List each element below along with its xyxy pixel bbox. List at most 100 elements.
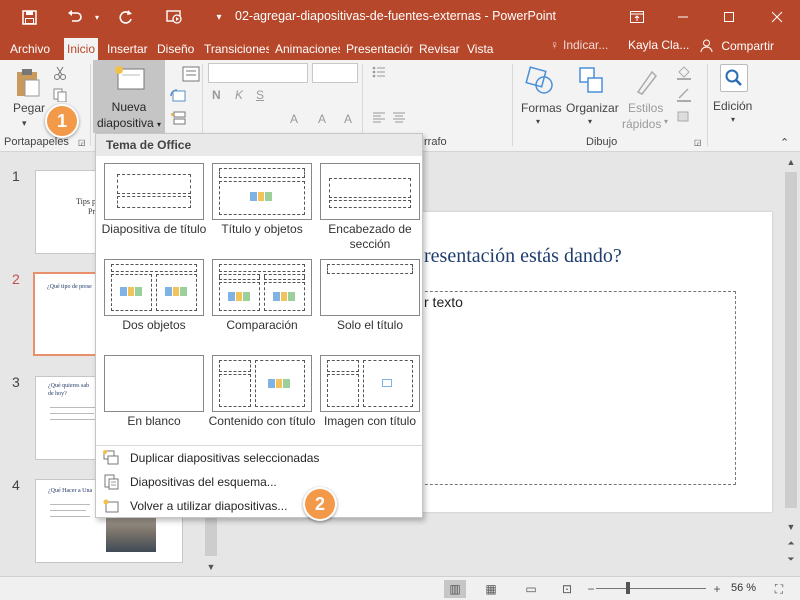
reuse-slides-icon bbox=[103, 498, 119, 514]
underline-icon[interactable]: S bbox=[256, 88, 264, 102]
close-icon[interactable] bbox=[754, 0, 800, 34]
duplicate-slides-item[interactable]: Duplicar diapositivas seleccionadas bbox=[96, 446, 422, 470]
reset-icon[interactable] bbox=[170, 88, 186, 104]
layout-blank[interactable]: En blanco bbox=[98, 351, 206, 445]
font-name-combo[interactable] bbox=[208, 63, 308, 83]
reuse-slides-item[interactable]: Volver a utilizar diapositivas... bbox=[96, 494, 422, 518]
picture-icon bbox=[382, 379, 392, 387]
editing-label[interactable]: Edición bbox=[713, 99, 752, 113]
layout-title-only[interactable]: Solo el título bbox=[314, 255, 422, 349]
scroll-down-icon[interactable]: ▼ bbox=[204, 560, 218, 574]
paste-label[interactable]: Pegar bbox=[13, 101, 45, 115]
share-label: Compartir bbox=[721, 39, 775, 53]
slide-sorter-icon[interactable]: ▦ bbox=[480, 580, 502, 598]
status-bar: ▥ ▦ ▭ ⊡ − + 56 % ⛶ bbox=[0, 576, 800, 600]
collapse-ribbon-icon[interactable]: ⌃ bbox=[780, 136, 789, 149]
zoom-slider[interactable] bbox=[596, 588, 706, 589]
ribbon-display-icon[interactable] bbox=[614, 0, 660, 34]
align-left-icon[interactable] bbox=[372, 112, 386, 124]
next-slide-icon[interactable]: ⏷ bbox=[784, 552, 798, 566]
shape-effects-icon[interactable] bbox=[676, 110, 692, 124]
layout-title-slide[interactable]: Diapositiva de título bbox=[98, 159, 206, 253]
present-icon[interactable] bbox=[163, 7, 185, 27]
tab-diseno[interactable]: Diseño bbox=[154, 38, 197, 60]
zoom-in-icon[interactable]: + bbox=[706, 580, 728, 598]
tab-revisar[interactable]: Revisar bbox=[416, 38, 463, 60]
tab-vista[interactable]: Vista bbox=[464, 38, 496, 60]
undo-dropdown-icon[interactable]: ▾ bbox=[86, 7, 108, 27]
paste-icon[interactable] bbox=[15, 68, 41, 98]
bold-icon[interactable]: N bbox=[212, 88, 221, 102]
placeholder bbox=[117, 196, 191, 208]
placeholder bbox=[219, 360, 251, 372]
tab-presentacion[interactable]: Presentación bbox=[343, 38, 413, 60]
scroll-down-icon[interactable]: ▼ bbox=[784, 520, 798, 534]
shapes-dropdown-icon[interactable]: ▾ bbox=[536, 117, 540, 126]
layout-title-content[interactable]: Título y objetos bbox=[206, 159, 314, 253]
drawing-launcher-icon[interactable]: ◲ bbox=[694, 138, 702, 147]
layout-section-header[interactable]: Encabezado de sección bbox=[314, 159, 422, 253]
outline-slides-item[interactable]: Diapositivas del esquema... bbox=[96, 470, 422, 494]
undo-icon[interactable] bbox=[64, 7, 86, 27]
redo-icon[interactable] bbox=[114, 7, 136, 27]
shape-outline-icon[interactable] bbox=[676, 88, 692, 102]
fit-slide-icon[interactable]: ⛶ bbox=[768, 580, 790, 598]
quick-styles-icon[interactable] bbox=[632, 66, 660, 96]
tell-me-box[interactable]: ♀ Indicar... bbox=[550, 38, 608, 52]
font-shrink-icon[interactable]: A bbox=[318, 112, 326, 126]
cut-icon[interactable] bbox=[53, 66, 67, 80]
editing-dropdown-icon[interactable]: ▾ bbox=[731, 115, 735, 124]
customize-icon[interactable]: ▾ bbox=[208, 7, 230, 27]
clipboard-launcher-icon[interactable]: ◲ bbox=[78, 138, 86, 147]
bullets-icon[interactable] bbox=[372, 66, 386, 78]
new-slide-button[interactable]: Nueva diapositiva ▾ bbox=[93, 60, 165, 133]
tab-transiciones[interactable]: Transiciones bbox=[201, 38, 269, 60]
shape-fill-icon[interactable] bbox=[676, 66, 692, 80]
tab-animaciones[interactable]: Animaciones bbox=[272, 38, 340, 60]
tab-insertar[interactable]: Insertar bbox=[104, 38, 151, 60]
arrange-label[interactable]: Organizar bbox=[566, 101, 619, 115]
zoom-level[interactable]: 56 % bbox=[731, 582, 756, 594]
slideshow-icon[interactable]: ⊡ bbox=[556, 580, 578, 598]
font-grow-icon[interactable]: A bbox=[290, 112, 298, 126]
layout-two-content[interactable]: Dos objetos bbox=[98, 255, 206, 349]
paste-dropdown-icon[interactable]: ▾ bbox=[22, 118, 27, 129]
normal-view-icon[interactable]: ▥ bbox=[444, 580, 466, 598]
quick-styles-dropdown-icon[interactable]: ▾ bbox=[664, 117, 668, 126]
reading-view-icon[interactable]: ▭ bbox=[520, 580, 542, 598]
save-icon[interactable] bbox=[18, 7, 40, 27]
slide-title-text[interactable]: resentación estás dando? bbox=[424, 245, 622, 268]
align-center-icon[interactable] bbox=[392, 112, 406, 124]
quick-styles-line1[interactable]: Estilos bbox=[628, 101, 663, 115]
editor-scroll-thumb[interactable] bbox=[785, 172, 797, 508]
layout-thumbnail bbox=[320, 163, 420, 220]
font-size-combo[interactable] bbox=[312, 63, 358, 83]
previous-slide-icon[interactable]: ⏶ bbox=[784, 536, 798, 550]
arrange-dropdown-icon[interactable]: ▾ bbox=[588, 117, 592, 126]
section-icon[interactable] bbox=[170, 110, 186, 126]
clear-format-icon[interactable]: A bbox=[344, 112, 352, 126]
layout-content-caption[interactable]: Contenido con título bbox=[206, 351, 315, 445]
minimize-icon[interactable] bbox=[660, 0, 706, 34]
italic-icon[interactable]: K bbox=[235, 88, 243, 102]
tab-archivo[interactable]: Archivo bbox=[7, 38, 53, 60]
layout-icon[interactable] bbox=[182, 66, 202, 86]
shapes-icon[interactable] bbox=[525, 66, 555, 96]
share-button[interactable]: Compartir bbox=[700, 36, 774, 56]
zoom-out-icon[interactable]: − bbox=[580, 580, 602, 598]
thumbnail-text: de hoy? bbox=[48, 391, 67, 397]
content-icons bbox=[250, 192, 273, 201]
maximize-icon[interactable] bbox=[706, 0, 752, 34]
shapes-label[interactable]: Formas bbox=[521, 101, 562, 115]
user-name[interactable]: Kayla Cla... bbox=[628, 38, 689, 52]
search-icon[interactable] bbox=[720, 64, 748, 92]
layout-picture-caption[interactable]: Imagen con título bbox=[314, 351, 422, 445]
arrange-icon[interactable] bbox=[578, 66, 606, 96]
quick-styles-line2[interactable]: rápidos bbox=[622, 117, 661, 131]
content-placeholder[interactable] bbox=[410, 291, 736, 485]
layout-comparison[interactable]: Comparación bbox=[206, 255, 314, 349]
tab-inicio[interactable]: Inicio bbox=[64, 38, 99, 60]
copy-icon[interactable] bbox=[53, 88, 67, 103]
zoom-slider-knob[interactable] bbox=[626, 582, 630, 594]
scroll-up-icon[interactable]: ▲ bbox=[784, 155, 798, 169]
